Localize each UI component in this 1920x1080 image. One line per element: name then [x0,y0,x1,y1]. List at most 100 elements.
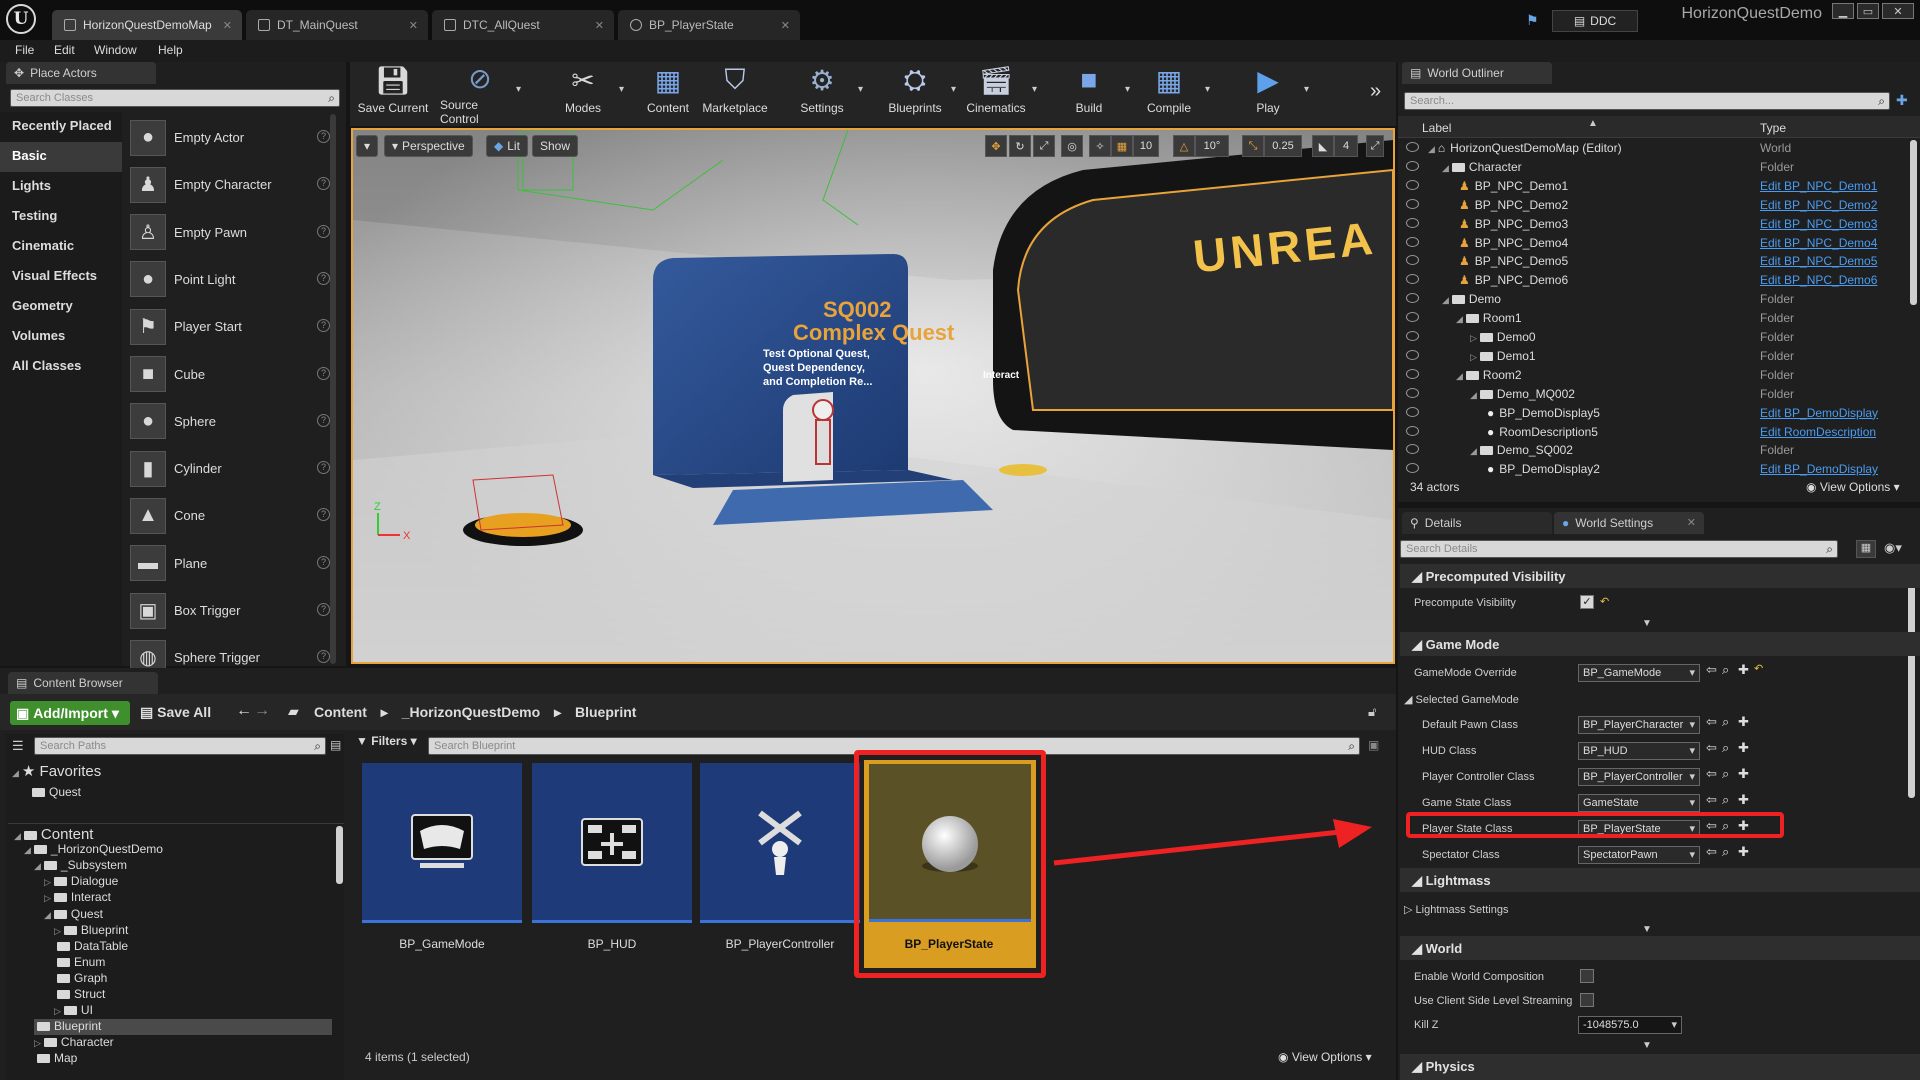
help-icon[interactable]: ? [317,461,330,475]
perspective-button[interactable]: ▾ Perspective [384,135,473,157]
visibility-eye-icon[interactable] [1406,217,1419,228]
scale-snap-value[interactable]: 0.25 [1264,135,1302,157]
forward-arrow-icon[interactable]: → [254,702,270,720]
section-world[interactable]: ◢ World [1400,936,1920,960]
outliner-row[interactable]: ◢ Room2 Folder [1400,366,1900,385]
outliner-scrollbar[interactable] [1910,140,1917,305]
outliner-row[interactable]: ♟ BP_NPC_Demo1 Edit BP_NPC_Demo1 [1400,177,1900,196]
back-arrow-icon[interactable]: ← [236,702,252,720]
use-selected-icon[interactable]: ⇦ [1706,714,1717,730]
show-button[interactable]: Show [532,135,579,157]
outliner-search-input[interactable]: Search... ⌕ [1404,92,1890,110]
folder-tree-item[interactable]: ▷ Interact [44,890,111,906]
expand-icon[interactable]: ▷ [44,893,51,903]
expand-icon[interactable]: ◢ [1428,144,1435,154]
actor-item[interactable]: ● Sphere? [130,398,330,445]
expand-advanced-icon[interactable]: ▼ [1642,1040,1652,1051]
enable-world-composition-checkbox[interactable] [1580,969,1594,983]
edit-blueprint-link[interactable]: Edit BP_NPC_Demo3 [1760,217,1877,231]
close-window-button[interactable]: ✕ [1882,3,1914,19]
use-selected-icon[interactable]: ⇦ [1706,662,1717,678]
edit-blueprint-link[interactable]: Edit RoomDescription [1760,425,1876,439]
world-space-icon[interactable]: ◎ [1061,135,1083,157]
asset-bp-playercontroller[interactable] [700,763,860,923]
expand-icon[interactable]: ▷ [1470,352,1477,362]
lock-icon[interactable]: 🔓︎ [1368,704,1376,720]
expand-icon[interactable]: ◢ [1456,314,1463,324]
edit-blueprint-link[interactable]: Edit BP_DemoDisplay [1760,462,1878,476]
actor-item[interactable]: ⚑ Player Start? [130,303,330,350]
expand-icon[interactable]: ◢ [44,910,51,920]
toolbar-blueprints-button[interactable]: ⛭ Blueprints [875,62,955,122]
browse-icon[interactable]: ⌕ [1722,792,1729,808]
tab-horizonquestdemomap[interactable]: HorizonQuestDemoMap ✕ [52,10,242,40]
folder-tree-item[interactable]: Graph [54,971,107,987]
reset-to-default-icon[interactable]: ↶ [1754,662,1763,675]
use-selected-icon[interactable]: ⇦ [1706,740,1717,756]
toolbar-modes-button[interactable]: ✂ Modes [543,62,623,122]
class-combo[interactable]: SpectatorPawn [1578,846,1700,864]
close-icon[interactable]: ✕ [223,19,232,32]
toolbar-settings-button[interactable]: ⚙ Settings [782,62,862,122]
surface-snap-icon[interactable]: ✧ [1089,135,1111,157]
folder-tree-item[interactable]: Enum [54,955,105,971]
visibility-eye-icon[interactable] [1406,160,1419,171]
add-icon[interactable]: ✚ [1738,844,1749,860]
add-folder-icon[interactable]: ✚ [1896,92,1908,109]
actor-item[interactable]: ▲ Cone? [130,492,330,539]
expand-icon[interactable]: ◢ [24,845,31,855]
section-precomputed-visibility[interactable]: ◢ Precomputed Visibility [1400,564,1920,588]
help-icon[interactable]: ? [317,366,330,380]
column-label[interactable]: Label [1422,121,1451,135]
actor-item[interactable]: ● Point Light? [130,256,330,303]
visibility-eye-icon[interactable] [1406,444,1419,455]
edit-blueprint-link[interactable]: Edit BP_DemoDisplay [1760,406,1878,420]
visibility-eye-icon[interactable] [1406,368,1419,379]
expand-advanced-icon[interactable]: ▼ [1642,618,1652,629]
outliner-row[interactable]: ◢ Demo_MQ002 Folder [1400,385,1900,404]
column-type[interactable]: Type [1760,121,1786,135]
rotation-snap-icon[interactable]: △ [1173,135,1195,157]
outliner-row[interactable]: ◢ ⌂ HorizonQuestDemoMap (Editor) World [1400,139,1900,158]
folder-tree-item[interactable]: ◢ Content [14,826,93,843]
chevron-down-icon[interactable]: ▾ [1205,84,1210,95]
add-icon[interactable]: ✚ [1738,714,1749,730]
toolbar-cinematics-button[interactable]: 🎬︎ Cinematics [956,62,1036,122]
search-paths-input[interactable]: Search Paths ⌕ [34,737,326,755]
tab-bp-playerstate[interactable]: BP_PlayerState ✕ [618,10,800,40]
translate-tool-icon[interactable]: ✥ [985,135,1007,157]
add-icon[interactable]: ✚ [1738,792,1749,808]
outliner-row[interactable]: ◢ Character Folder [1400,158,1900,177]
close-icon[interactable]: ✕ [1687,516,1696,529]
property-matrix-icon[interactable]: ▦ [1856,540,1876,558]
browse-icon[interactable]: ⌕ [1722,844,1729,860]
grid-snap-icon[interactable]: ▦ [1111,135,1133,157]
breadcrumb-blueprint[interactable]: Blueprint [575,704,636,720]
favorite-item-quest[interactable]: Quest [32,785,81,801]
outliner-row[interactable]: ♟ BP_NPC_Demo4 Edit BP_NPC_Demo4 [1400,234,1900,253]
folder-tree-item[interactable]: ▷ Blueprint [54,923,128,939]
edit-blueprint-link[interactable]: Edit BP_NPC_Demo5 [1760,254,1877,268]
outliner-row[interactable]: ▷ Demo1 Folder [1400,347,1900,366]
menu-file[interactable]: File [15,43,34,57]
scale-snap-icon[interactable]: ⤡ [1242,135,1264,157]
browse-icon[interactable]: ⌕ [1722,766,1729,782]
camera-speed-value[interactable]: 4 [1334,135,1358,157]
outliner-row[interactable]: ♟ BP_NPC_Demo5 Edit BP_NPC_Demo5 [1400,252,1900,271]
class-combo[interactable]: BP_HUD [1578,742,1700,760]
kill-z-input[interactable]: -1048575.0 [1578,1016,1682,1034]
actor-list-scrollbar[interactable] [330,114,336,664]
outliner-row[interactable]: ◢ Demo_SQ002 Folder [1400,441,1900,460]
expand-icon[interactable]: ▷ [34,1038,41,1048]
expand-icon[interactable]: ◢ [14,831,21,841]
help-icon[interactable]: ? [317,555,330,569]
visibility-eye-icon[interactable] [1406,179,1419,190]
edit-blueprint-link[interactable]: Edit BP_NPC_Demo4 [1760,236,1877,250]
folder-tree-item[interactable]: ◢ _Subsystem [34,858,127,874]
details-tab[interactable]: ⚲ Details [1402,512,1552,534]
precompute-visibility-checkbox[interactable]: ✓ [1580,595,1594,609]
category-basic[interactable]: Basic [0,142,122,172]
help-icon[interactable]: ? [317,650,330,664]
section-physics[interactable]: ◢ Physics [1400,1054,1920,1080]
visibility-eye-icon[interactable] [1406,293,1419,304]
